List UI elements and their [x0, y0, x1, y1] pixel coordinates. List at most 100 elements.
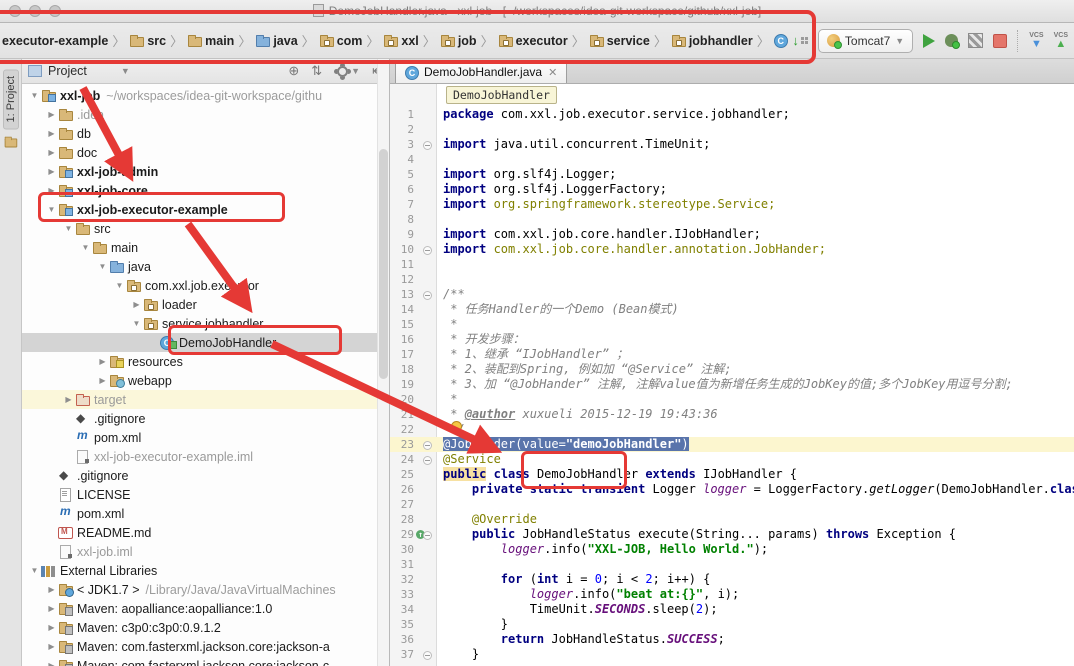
code-line-37[interactable]: 37 } — [390, 647, 1074, 662]
tree-item-java[interactable]: ▼java — [22, 257, 389, 276]
tree-item-license[interactable]: LICENSE — [22, 485, 389, 504]
tree-toggle-icon[interactable]: ▼ — [62, 224, 75, 233]
code-line-5[interactable]: 5import org.slf4j.Logger; — [390, 167, 1074, 182]
code-line-29[interactable]: 29↑ public JobHandleStatus execute(Strin… — [390, 527, 1074, 542]
code-line-4[interactable]: 4 — [390, 152, 1074, 167]
tree-item-maven-aopalliance-aopalliance-1-0[interactable]: ▶Maven: aopalliance:aopalliance:1.0 — [22, 599, 389, 618]
project-view-dropdown[interactable]: ▼ — [121, 66, 130, 76]
code-line-33[interactable]: 33 logger.info("beat at:{}", i); — [390, 587, 1074, 602]
code-line-21[interactable]: 21 * @author xuxueli 2015-12-19 19:43:36 — [390, 407, 1074, 422]
code-line-34[interactable]: 34 TimeUnit.SECONDS.sleep(2); — [390, 602, 1074, 617]
tree-toggle-icon[interactable]: ▶ — [45, 585, 58, 594]
editor-breadcrumb-chip[interactable]: DemoJobHandler — [446, 86, 557, 104]
tree-item--jdk1-7-[interactable]: ▶< JDK1.7 >/Library/Java/JavaVirtualMach… — [22, 580, 389, 599]
breadcrumb-item-service[interactable]: service — [589, 34, 650, 48]
tree-item-xxl-job[interactable]: ▼xxl-job~/workspaces/idea-git-workspace/… — [22, 86, 389, 105]
vcs-update-button[interactable]: VCS▼ — [1029, 32, 1043, 50]
code-line-10[interactable]: 10import com.xxl.job.core.handler.annota… — [390, 242, 1074, 257]
stop-button[interactable] — [993, 34, 1007, 48]
tree-item-main[interactable]: ▼main — [22, 238, 389, 257]
vcs-commit-button[interactable]: VCS▲ — [1054, 32, 1068, 50]
code-line-2[interactable]: 2 — [390, 122, 1074, 137]
code-line-15[interactable]: 15 * — [390, 317, 1074, 332]
tree-item-xxl-job-executor-example[interactable]: ▼xxl-job-executor-example — [22, 200, 389, 219]
tree-toggle-icon[interactable]: ▶ — [45, 148, 58, 157]
code-line-23[interactable]: 23@JobHander(value="demoJobHandler") — [390, 437, 1074, 452]
breadcrumb-item-src[interactable]: src — [129, 34, 166, 48]
code-line-35[interactable]: 35 } — [390, 617, 1074, 632]
code-line-20[interactable]: 20 * — [390, 392, 1074, 407]
tree-toggle-icon[interactable]: ▶ — [45, 623, 58, 632]
tree-item-target[interactable]: ▶target — [22, 390, 389, 409]
code-line-1[interactable]: 1package com.xxl.job.executor.service.jo… — [390, 107, 1074, 122]
code-line-14[interactable]: 14 * 任务Handler的一个Demo (Bean模式) — [390, 302, 1074, 317]
fold-marker-icon[interactable] — [423, 141, 432, 150]
breadcrumb-item-main[interactable]: main — [187, 34, 234, 48]
tree-item-xxl-job-core[interactable]: ▶xxl-job-core — [22, 181, 389, 200]
breadcrumb-item-xxl[interactable]: xxl — [383, 34, 418, 48]
code-line-30[interactable]: 30 logger.info("XXL-JOB, Hello World."); — [390, 542, 1074, 557]
navigate-down-icon[interactable]: ↓ — [792, 33, 808, 48]
run-button[interactable] — [923, 34, 935, 48]
tree-toggle-icon[interactable]: ▼ — [79, 243, 92, 252]
code-line-13[interactable]: 13/** — [390, 287, 1074, 302]
editor-tab-demojobhandler[interactable]: C DemoJobHandler.java ✕ — [395, 60, 567, 83]
tree-toggle-icon[interactable]: ▼ — [96, 262, 109, 271]
locate-file-icon[interactable]: ⊕ — [288, 63, 299, 79]
settings-gear-icon[interactable]: ▼ — [334, 66, 360, 77]
tree-item--gitignore[interactable]: .gitignore — [22, 409, 389, 428]
tree-toggle-icon[interactable]: ▶ — [45, 604, 58, 613]
tree-item-external-libraries[interactable]: ▼External Libraries — [22, 561, 389, 580]
debug-button[interactable] — [945, 34, 958, 47]
tree-toggle-icon[interactable]: ▼ — [28, 566, 41, 575]
fold-marker-icon[interactable] — [423, 651, 432, 660]
tree-toggle-icon[interactable]: ▶ — [45, 167, 58, 176]
tree-item-loader[interactable]: ▶loader — [22, 295, 389, 314]
tree-item-service-jobhandler[interactable]: ▼service.jobhandler — [22, 314, 389, 333]
breadcrumb-item-job[interactable]: job — [440, 34, 477, 48]
fold-marker-icon[interactable] — [423, 441, 432, 450]
code-line-11[interactable]: 11 — [390, 257, 1074, 272]
tree-scrollbar[interactable] — [377, 59, 389, 666]
tree-item-com-xxl-job-executor[interactable]: ▼com.xxl.job.executor — [22, 276, 389, 295]
tree-item--idea[interactable]: ▶.idea — [22, 105, 389, 124]
split-panel-icon[interactable]: ⇅ — [311, 63, 322, 79]
code-line-19[interactable]: 19 * 3、加 “@JobHander” 注解, 注解value值为新增任务生… — [390, 377, 1074, 392]
code-line-9[interactable]: 9import com.xxl.job.core.handler.IJobHan… — [390, 227, 1074, 242]
tree-item-maven-com-fasterxml-jackson-core-jackson-a[interactable]: ▶Maven: com.fasterxml.jackson.core:jacks… — [22, 637, 389, 656]
code-line-16[interactable]: 16 * 开发步骤： — [390, 332, 1074, 347]
tree-item-demojobhandler[interactable]: CDemoJobHandler — [22, 333, 389, 352]
breadcrumb-item-executor[interactable]: executor — [498, 34, 568, 48]
code-line-26[interactable]: 26 private static transient Logger logge… — [390, 482, 1074, 497]
tree-toggle-icon[interactable]: ▼ — [130, 319, 143, 328]
code-line-24[interactable]: 24@Service — [390, 452, 1074, 467]
tree-toggle-icon[interactable]: ▶ — [96, 376, 109, 385]
tree-toggle-icon[interactable]: ▶ — [45, 186, 58, 195]
tree-toggle-icon[interactable]: ▶ — [45, 110, 58, 119]
tree-toggle-icon[interactable]: ▶ — [45, 129, 58, 138]
breadcrumb-item-executor-example[interactable]: executor-example — [2, 34, 108, 48]
fold-marker-icon[interactable] — [423, 456, 432, 465]
code-line-25[interactable]: 25public class DemoJobHandler extends IJ… — [390, 467, 1074, 482]
tree-toggle-icon[interactable]: ▶ — [130, 300, 143, 309]
tree-toggle-icon[interactable]: ▶ — [96, 357, 109, 366]
code-line-27[interactable]: 27 — [390, 497, 1074, 512]
tree-item-xxl-job-iml[interactable]: xxl-job.iml — [22, 542, 389, 561]
tree-item-xxl-job-admin[interactable]: ▶xxl-job-admin — [22, 162, 389, 181]
breadcrumb-item-jobhandler[interactable]: jobhandler — [671, 34, 753, 48]
code-line-17[interactable]: 17 * 1、继承 “IJobHandler” ； — [390, 347, 1074, 362]
code-line-22[interactable]: 22 */ — [390, 422, 1074, 437]
tree-item-xxl-job-executor-example-iml[interactable]: xxl-job-executor-example.iml — [22, 447, 389, 466]
fold-marker-icon[interactable] — [423, 246, 432, 255]
tree-item-db[interactable]: ▶db — [22, 124, 389, 143]
tree-item-doc[interactable]: ▶doc — [22, 143, 389, 162]
code-line-28[interactable]: 28 @Override — [390, 512, 1074, 527]
project-tool-window-tab[interactable]: 1: Project — [3, 69, 19, 129]
breadcrumb-item-java[interactable]: java — [255, 34, 297, 48]
tree-toggle-icon[interactable]: ▼ — [28, 91, 41, 100]
code-line-12[interactable]: 12 — [390, 272, 1074, 287]
tree-item-resources[interactable]: ▶resources — [22, 352, 389, 371]
run-with-coverage-button[interactable] — [968, 33, 983, 48]
close-tab-icon[interactable]: ✕ — [548, 66, 557, 79]
fold-marker-icon[interactable] — [423, 291, 432, 300]
